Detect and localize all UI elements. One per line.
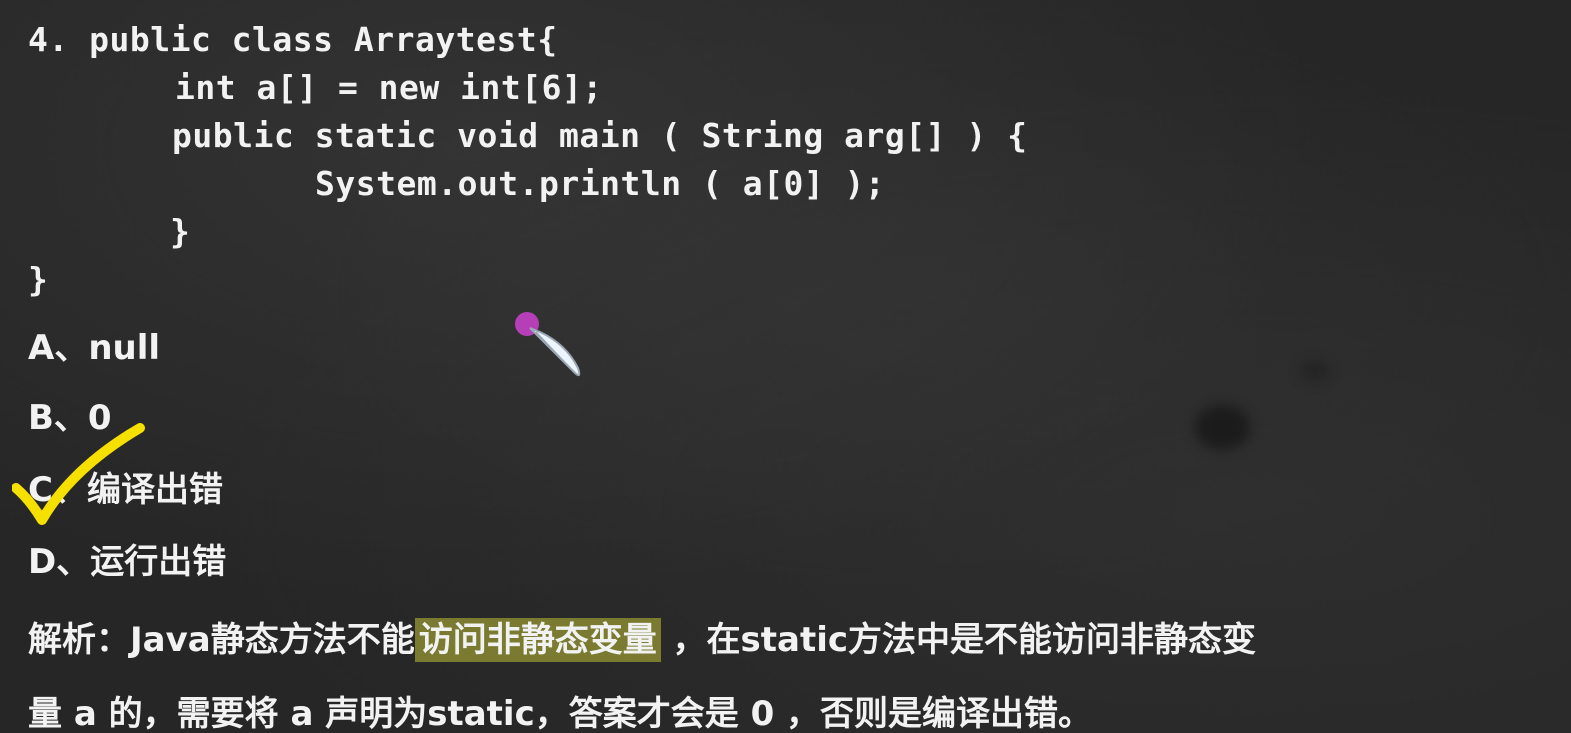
option-d: D、运行出错 [28, 542, 227, 582]
explanation-line-2: 量 a 的，需要将 a 声明为static，答案才会是 0 ，否则是编译出错。 [28, 694, 1093, 733]
chalk-smudge [1195, 405, 1250, 450]
annotation-pen-icon [512, 310, 592, 390]
option-a: A、null [28, 328, 161, 368]
code-line-2: int a[] = new int[6]; [175, 68, 603, 107]
chalk-smudge [1300, 360, 1330, 382]
check-mark-icon [11, 420, 152, 540]
code-line-3: public static void main ( String arg[] )… [172, 116, 1028, 155]
code-line-1: 4. public class Arraytest{ [28, 20, 558, 59]
code-line-5: } [170, 212, 191, 251]
code-line-4: System.out.println ( a[0] ); [315, 164, 886, 203]
explanation-highlight: 访问非静态变量 [414, 618, 661, 662]
explanation-line-1: 解析：Java静态方法不能 访问非静态变量 ，在static方法中是不能访问非静态… [28, 612, 1257, 662]
chalkboard: 4. public class Arraytest{ int a[] = new… [0, 0, 1571, 733]
code-line-6: } [28, 260, 49, 299]
explanation-prefix: 解析：Java静态方法不能 [28, 620, 415, 660]
explanation-rest: ，在static方法中是不能访问非静态变 [660, 620, 1257, 660]
